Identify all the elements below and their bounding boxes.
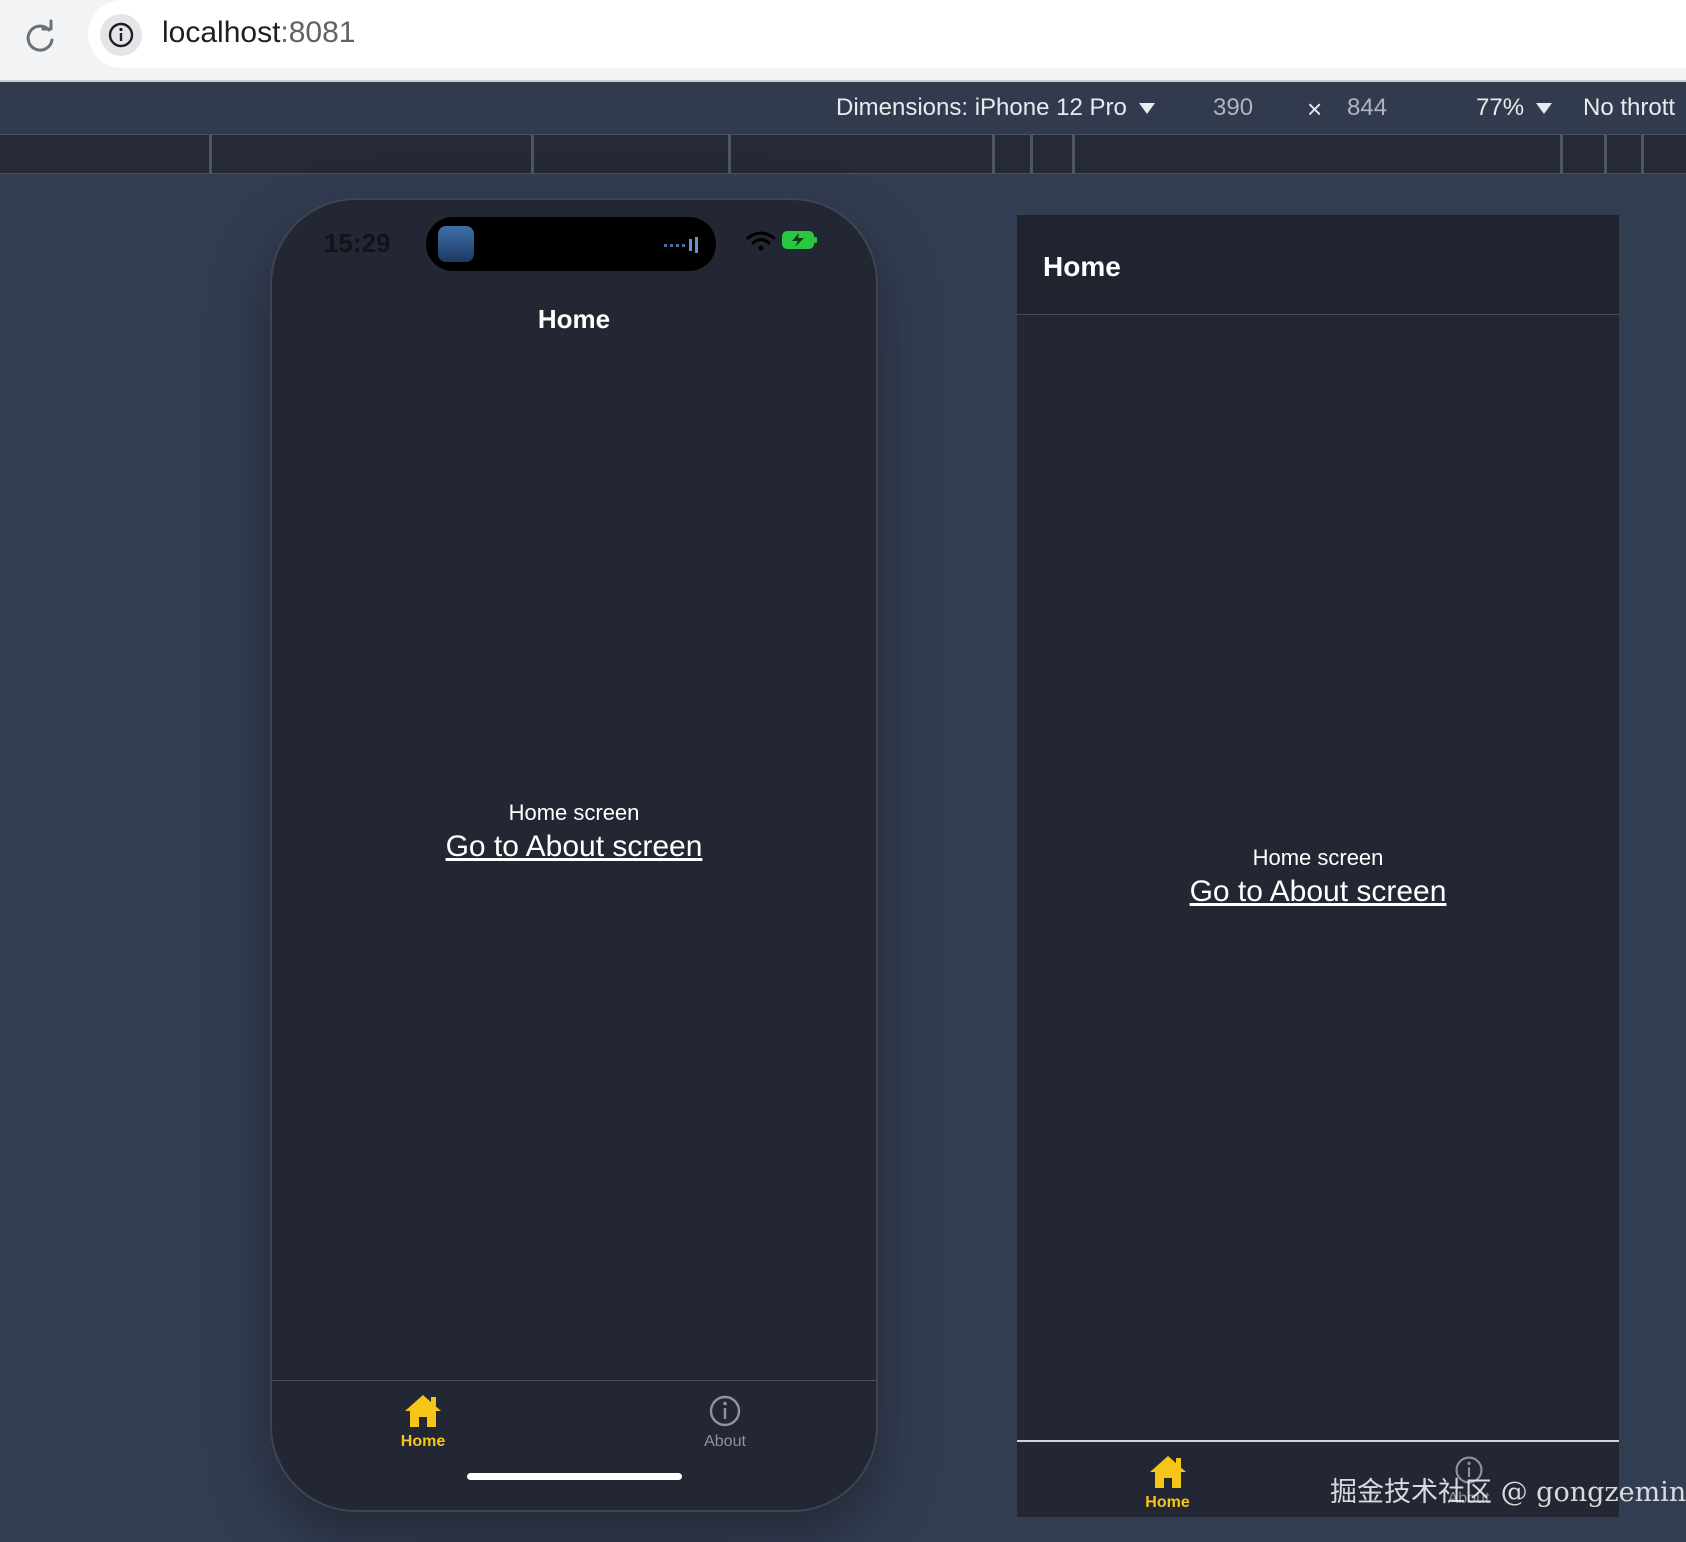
ruler-tick[interactable] [531, 135, 534, 173]
url-port: :8081 [280, 16, 356, 49]
home-indicator [467, 1473, 682, 1480]
dimensions-dropdown[interactable]: Dimensions: iPhone 12 Pro [836, 94, 1155, 122]
header-title: Home [537, 304, 611, 334]
battery-charging-icon [782, 231, 817, 249]
width-input[interactable]: 390 [1213, 94, 1253, 122]
about-link[interactable]: Go to About screen [1190, 875, 1447, 909]
media-query-ruler[interactable] [0, 135, 1686, 174]
throttle-dropdown[interactable]: No thrott [1583, 94, 1675, 122]
about-link[interactable]: Go to About screen [446, 830, 703, 864]
reload-icon[interactable] [20, 18, 60, 58]
device-toolbar: Dimensions: iPhone 12 Pro 390 × 844 77% … [0, 82, 1686, 135]
wifi-icon [746, 231, 776, 251]
home-icon [405, 1395, 441, 1427]
url-field[interactable]: localhost:8081 [88, 0, 1686, 68]
ruler-tick[interactable] [1641, 135, 1644, 173]
audio-bars-icon [664, 237, 698, 253]
chevron-down-icon [1536, 103, 1553, 115]
bottom-tab-bar: Home About [272, 1380, 876, 1510]
tab-home[interactable]: Home [1017, 1442, 1318, 1512]
ruler-tick[interactable] [1560, 135, 1563, 173]
ruler-tick[interactable] [209, 135, 212, 173]
screen-label: Home screen [1252, 845, 1384, 870]
preview-header: Home [1017, 215, 1619, 315]
tab-label: About [704, 1433, 746, 1450]
height-input[interactable]: 844 [1347, 94, 1387, 122]
site-info-button[interactable] [100, 14, 142, 56]
tab-about[interactable]: About [574, 1381, 876, 1451]
ruler-tick[interactable] [1072, 135, 1075, 173]
dynamic-island [426, 217, 716, 271]
home-screen-content: Home screen Go to About screen [272, 800, 876, 864]
zoom-dropdown[interactable]: 77% [1476, 94, 1553, 122]
home-icon [1149, 1456, 1186, 1488]
web-preview: Home Home screen Go to About screen Home… [1017, 215, 1619, 1517]
tab-label: Home [400, 1433, 446, 1450]
tab-label: Home [1145, 1494, 1190, 1511]
ruler-tick[interactable] [728, 135, 731, 173]
iphone-mockup: 15:29 Home Home screen Go to About scree… [270, 198, 878, 1512]
dimensions-label: Dimensions: iPhone 12 Pro [836, 94, 1127, 121]
tab-home[interactable]: Home [272, 1381, 574, 1451]
info-icon [108, 22, 134, 48]
ruler-tick[interactable] [1604, 135, 1607, 173]
home-screen-content: Home screen Go to About screen [1017, 845, 1619, 909]
url-host: localhost [162, 16, 281, 49]
header-title: Home [1043, 251, 1121, 282]
status-time: 15:29 [324, 228, 391, 258]
browser-address-bar: localhost:8081 [0, 0, 1686, 82]
app-icon [438, 226, 474, 262]
screen-label: Home screen [508, 800, 640, 825]
times-symbol: × [1307, 94, 1323, 124]
watermark: 掘金技术社区 @ gongzemin [1330, 1477, 1686, 1508]
ruler-tick[interactable] [992, 135, 995, 173]
url-text[interactable]: localhost:8081 [162, 16, 355, 50]
ruler-tick[interactable] [1030, 135, 1033, 173]
info-icon [709, 1395, 741, 1427]
chevron-down-icon [1138, 103, 1155, 115]
zoom-label: 77% [1476, 94, 1525, 121]
